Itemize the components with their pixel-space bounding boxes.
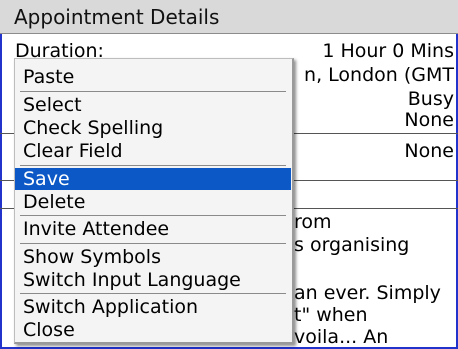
menu-separator bbox=[20, 243, 286, 244]
menu-item-save[interactable]: Save bbox=[15, 168, 291, 190]
menu-separator bbox=[20, 293, 286, 294]
menu-item-select[interactable]: Select bbox=[15, 94, 291, 116]
notes-line: s organising bbox=[294, 234, 410, 256]
screen-title: Appointment Details bbox=[0, 0, 458, 34]
menu-item-close[interactable]: Close bbox=[15, 319, 291, 341]
menu-separator bbox=[20, 215, 286, 216]
menu-item-show-symbols[interactable]: Show Symbols bbox=[15, 246, 291, 268]
menu-item-switch-application[interactable]: Switch Application bbox=[15, 296, 291, 318]
notes-line: an ever. Simply bbox=[294, 282, 441, 304]
menu-separator bbox=[20, 165, 286, 166]
menu-item-clear-field[interactable]: Clear Field bbox=[15, 140, 291, 162]
timezone-value[interactable]: n, London (GMT bbox=[304, 63, 454, 87]
reminder-value[interactable]: None bbox=[404, 108, 454, 132]
duration-value[interactable]: 1 Hour 0 Mins bbox=[322, 39, 454, 63]
menu-item-delete[interactable]: Delete bbox=[15, 191, 291, 213]
notes-line: t" when bbox=[294, 304, 368, 326]
menu-item-paste[interactable]: Paste bbox=[15, 66, 291, 88]
context-menu: Paste Select Check Spelling Clear Field … bbox=[14, 58, 294, 344]
menu-item-check-spelling[interactable]: Check Spelling bbox=[15, 117, 291, 139]
menu-item-invite-attendee[interactable]: Invite Attendee bbox=[15, 218, 291, 240]
recurrence-value[interactable]: None bbox=[404, 139, 454, 163]
menu-item-switch-input-language[interactable]: Switch Input Language bbox=[15, 269, 291, 291]
menu-separator bbox=[20, 91, 286, 92]
notes-line: rom bbox=[294, 211, 332, 233]
notes-line: voila... An bbox=[294, 326, 389, 348]
